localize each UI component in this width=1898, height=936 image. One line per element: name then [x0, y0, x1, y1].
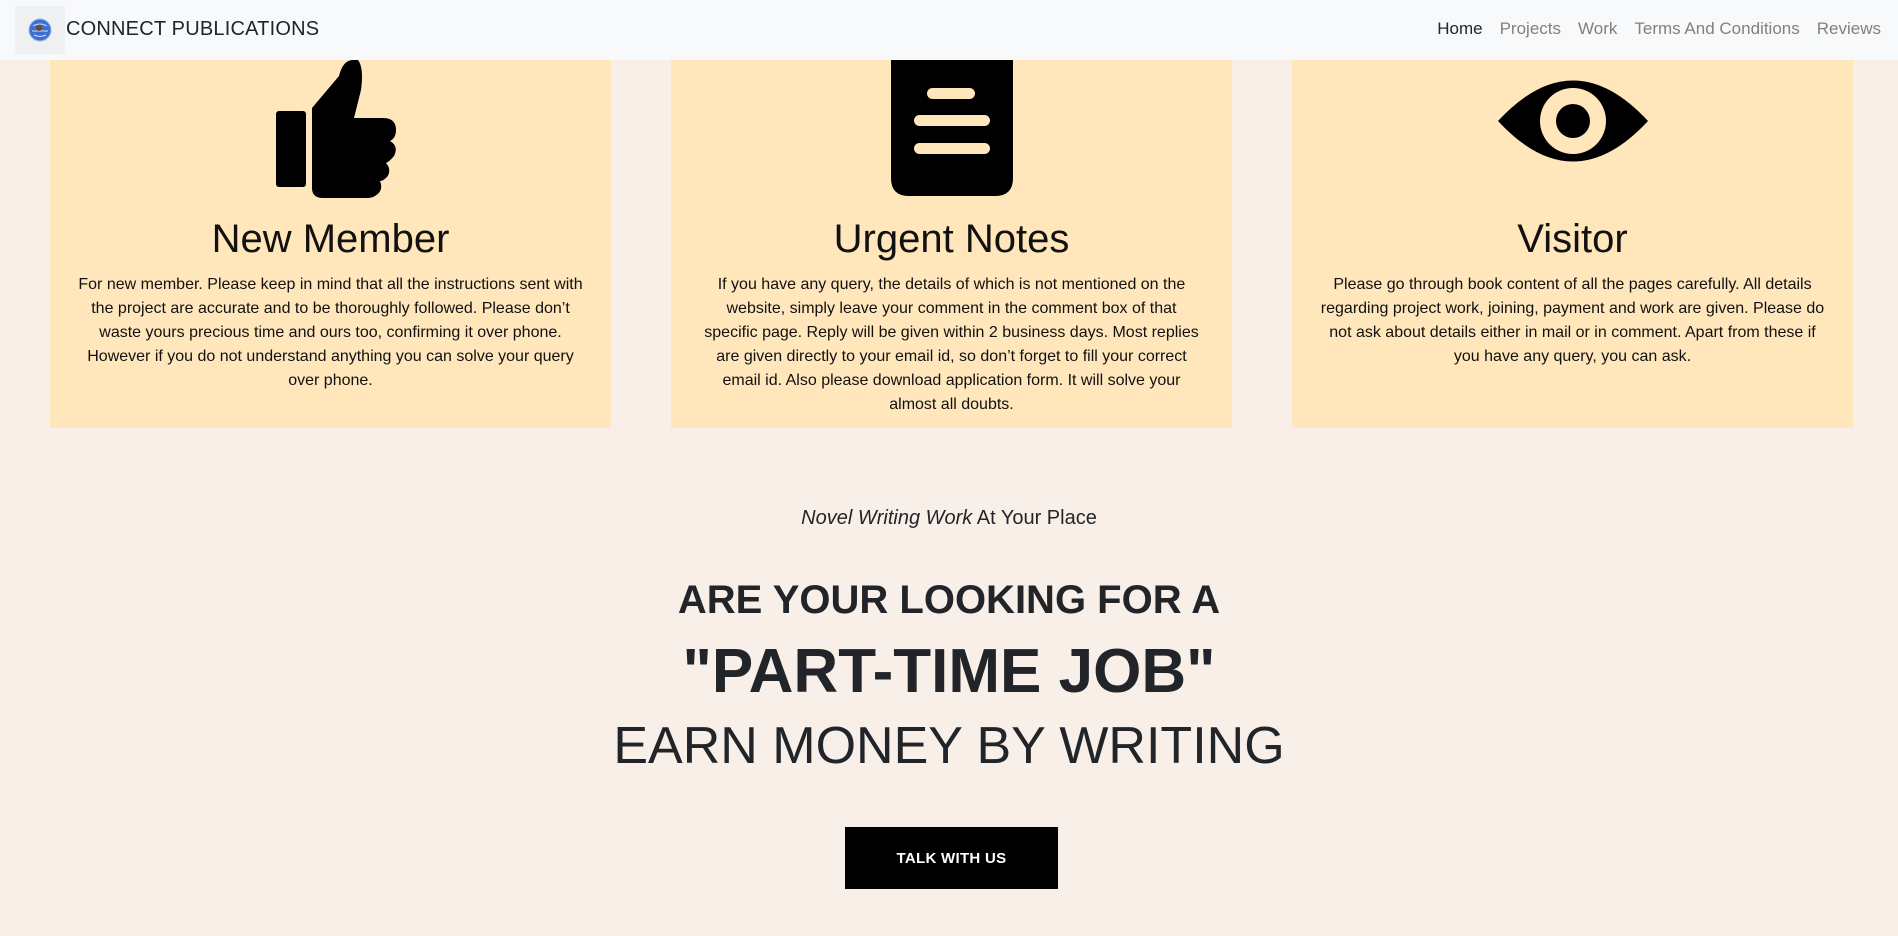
headline-question: ARE YOUR LOOKING FOR A: [677, 578, 1221, 622]
headline-part-time-job: "PART-TIME JOB": [682, 637, 1216, 706]
card-icon-container: [50, 60, 611, 200]
nav-links: Home Projects Work Terms And Conditions …: [1420, 19, 1881, 39]
brand-name[interactable]: CONNECT PUBLICATIONS: [66, 18, 319, 41]
eye-icon: [1497, 80, 1648, 162]
headline-earn-money: EARN MONEY BY WRITING: [613, 717, 1285, 775]
card-text: For new member. Please keep in mind that…: [78, 276, 583, 389]
card-title: New Member: [211, 217, 450, 261]
globe-logo-icon: [28, 18, 52, 42]
brand-logo[interactable]: [15, 6, 65, 54]
card-title: Visitor: [1517, 217, 1628, 261]
tagline: Novel Writing Work At Your Place: [0, 507, 1898, 530]
card-text: Please go through book content of all th…: [1320, 276, 1825, 365]
card-title: Urgent Notes: [833, 217, 1070, 261]
talk-with-us-button[interactable]: TALK WITH US: [845, 827, 1058, 889]
card-urgent-notes: Urgent Notes If you have any query, the …: [671, 60, 1232, 428]
card-icon-container: [671, 60, 1232, 200]
document-icon: [890, 60, 1013, 196]
nav-link-projects[interactable]: Projects: [1500, 19, 1561, 39]
nav-link-home[interactable]: Home: [1437, 19, 1482, 39]
card-new-member: New Member For new member. Please keep i…: [50, 60, 611, 428]
nav-link-reviews[interactable]: Reviews: [1817, 19, 1881, 39]
card-visitor: Visitor Please go through book content o…: [1292, 60, 1853, 428]
thumbs-up-icon: [275, 60, 396, 198]
nav-link-terms[interactable]: Terms And Conditions: [1634, 19, 1799, 39]
navbar: CONNECT PUBLICATIONS Home Projects Work …: [0, 0, 1898, 60]
tagline-rest: At Your Place: [972, 507, 1097, 529]
card-text: If you have any query, the details of wh…: [704, 276, 1199, 413]
card-icon-container: [1292, 60, 1853, 200]
tagline-emphasis: Novel Writing Work: [801, 507, 973, 529]
nav-link-work[interactable]: Work: [1578, 19, 1617, 39]
